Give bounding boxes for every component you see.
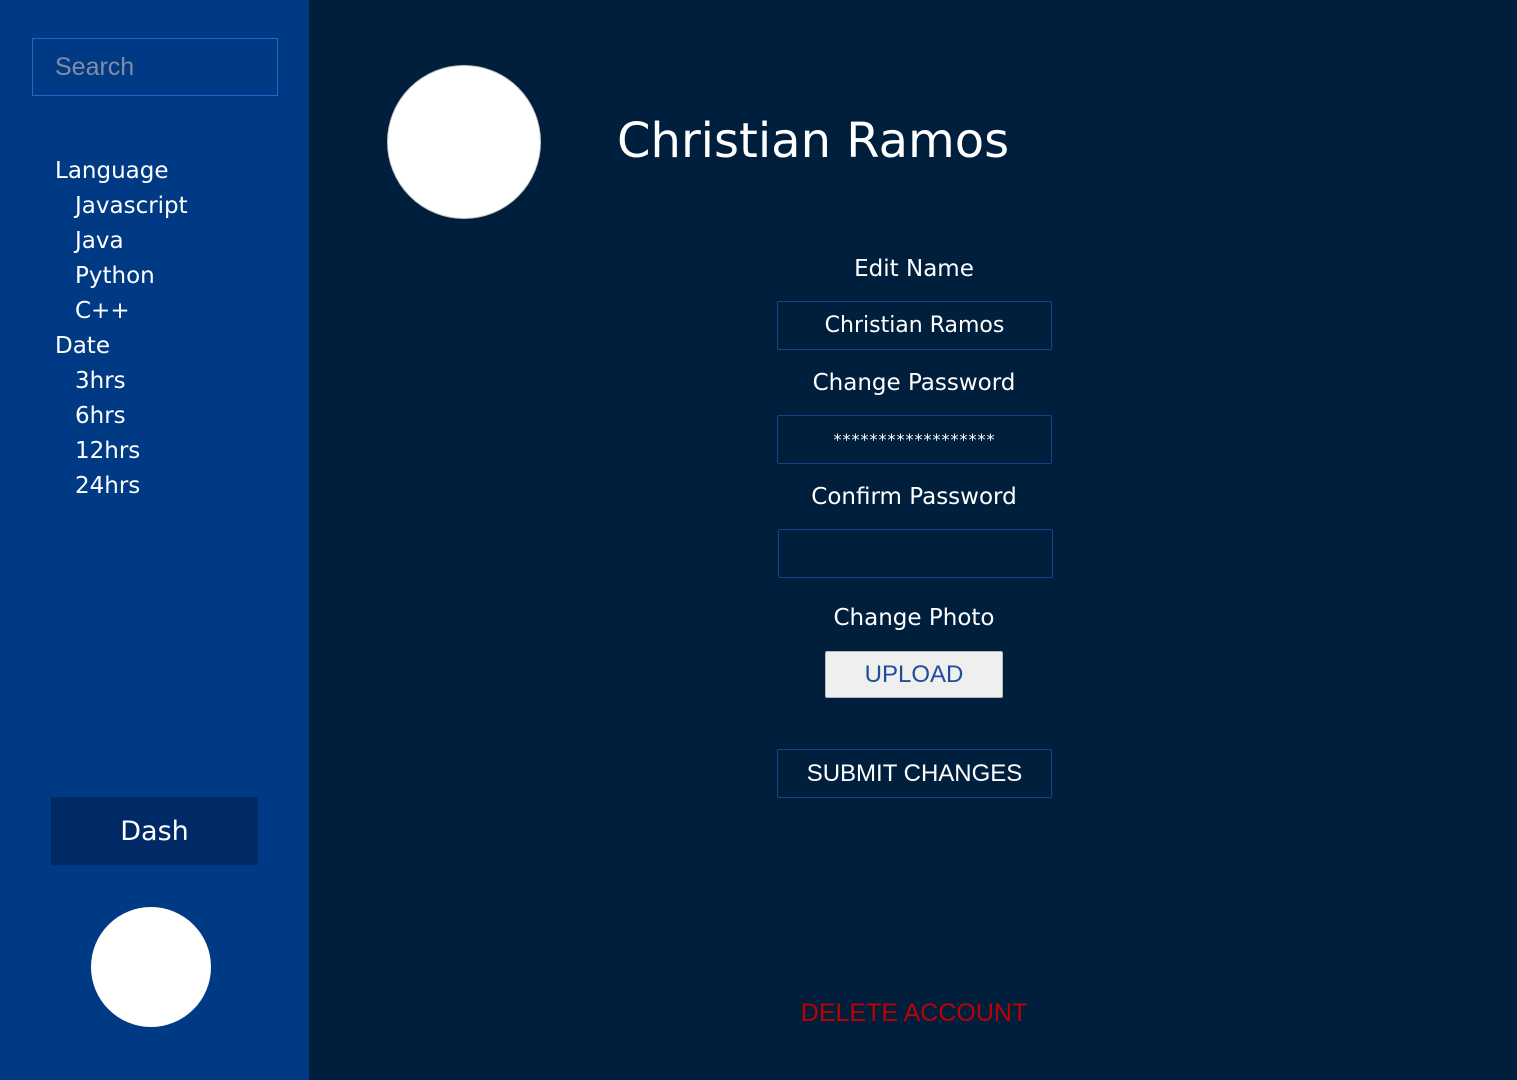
filter-item-24hrs[interactable]: 24hrs bbox=[75, 469, 140, 504]
change-photo-label: Change Photo bbox=[833, 605, 995, 631]
search-input[interactable] bbox=[32, 38, 278, 96]
dash-button[interactable]: Dash bbox=[51, 797, 258, 865]
filter-item-3hrs[interactable]: 3hrs bbox=[75, 364, 126, 399]
edit-name-label: Edit Name bbox=[854, 256, 974, 282]
confirm-password-field[interactable] bbox=[778, 529, 1053, 578]
profile-name: Christian Ramos bbox=[617, 113, 1010, 169]
filter-item-python[interactable]: Python bbox=[75, 259, 155, 294]
filter-item-javascript[interactable]: Javascript bbox=[75, 189, 188, 224]
submit-changes-button[interactable]: SUBMIT CHANGES bbox=[777, 749, 1052, 798]
confirm-password-label: Confirm Password bbox=[811, 484, 1017, 510]
filter-heading-language: Language bbox=[55, 158, 169, 184]
profile-avatar bbox=[387, 65, 541, 219]
name-field[interactable] bbox=[777, 301, 1052, 350]
sidebar: Language Javascript Java Python C++ Date… bbox=[0, 0, 309, 1080]
filter-heading-date: Date bbox=[55, 333, 110, 359]
filter-item-java[interactable]: Java bbox=[75, 224, 124, 259]
filter-item-12hrs[interactable]: 12hrs bbox=[75, 434, 140, 469]
password-field[interactable] bbox=[777, 415, 1052, 464]
filter-item-cpp[interactable]: C++ bbox=[75, 294, 130, 329]
upload-button[interactable]: UPLOAD bbox=[825, 651, 1003, 698]
delete-account-link[interactable]: DELETE ACCOUNT bbox=[764, 997, 1064, 1029]
change-password-label: Change Password bbox=[812, 370, 1016, 396]
filter-item-6hrs[interactable]: 6hrs bbox=[75, 399, 126, 434]
sidebar-avatar[interactable] bbox=[91, 907, 211, 1027]
